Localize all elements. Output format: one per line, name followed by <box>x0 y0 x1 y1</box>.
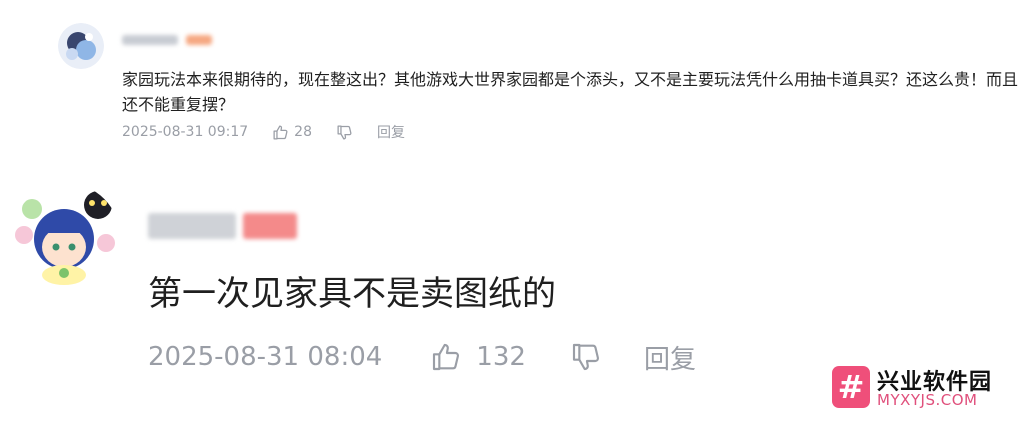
user-level-badge <box>243 213 297 239</box>
comment-text: 第一次见家具不是卖图纸的 <box>148 274 556 314</box>
thumbs-up-icon <box>272 124 289 141</box>
thumbs-up-icon <box>430 341 462 373</box>
like-button[interactable]: 132 <box>430 341 526 373</box>
comment-time: 2025-08-31 09:17 <box>122 124 249 140</box>
like-count: 28 <box>294 124 312 140</box>
comment-text: 家园玩法本来很期待的，现在整这出？其他游戏大世界家园都是个添头，又不是主要玩法凭… <box>122 70 1019 114</box>
username-blurred[interactable] <box>148 213 236 239</box>
site-watermark: # 兴业软件园 MYXYJS.COM <box>832 366 1032 412</box>
comment-time: 2025-08-31 08:04 <box>148 342 383 372</box>
reply-button[interactable]: 回复 <box>377 122 405 142</box>
user-level-badge <box>186 35 212 45</box>
watermark-logo: # <box>832 366 870 408</box>
dislike-button[interactable] <box>570 341 602 373</box>
avatar[interactable] <box>12 183 120 291</box>
like-count: 132 <box>476 342 526 372</box>
thumbs-down-icon <box>336 124 353 141</box>
comment-meta: 2025-08-31 08:04 132 回复 <box>148 337 696 377</box>
like-button[interactable]: 28 <box>272 124 312 141</box>
reply-button[interactable]: 回复 <box>644 339 696 376</box>
watermark-url: MYXYJS.COM <box>877 391 978 409</box>
avatar[interactable] <box>58 23 104 69</box>
thumbs-down-icon <box>570 341 602 373</box>
dislike-button[interactable] <box>336 124 353 141</box>
username-blurred[interactable] <box>122 35 178 45</box>
comment-meta: 2025-08-31 09:17 28 回复 <box>122 122 405 142</box>
